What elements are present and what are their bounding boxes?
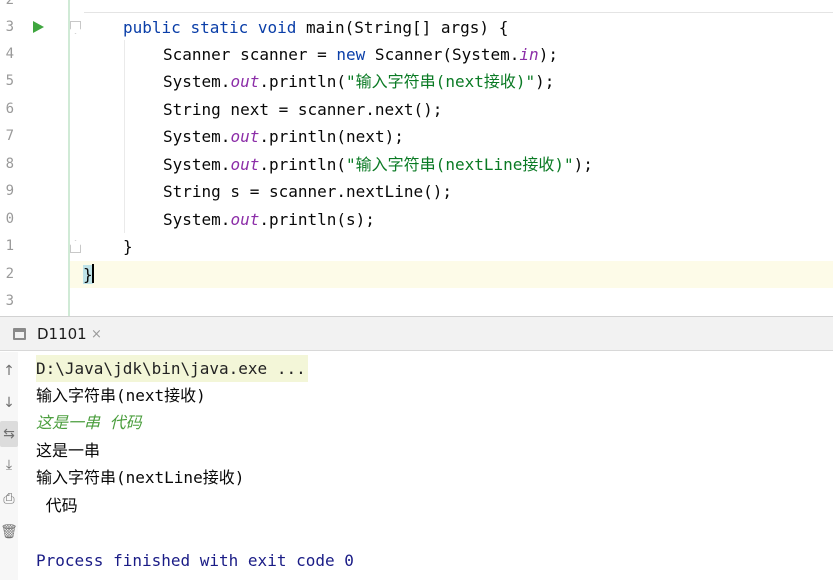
code-text: .println(s);: [259, 210, 375, 229]
line-number: 1: [5, 238, 14, 254]
run-tab-label[interactable]: D1101: [37, 317, 87, 352]
console-output-line: 代码: [36, 496, 78, 515]
indent-guide: [124, 40, 125, 233]
gutter-row: 8: [0, 151, 68, 178]
trash-icon[interactable]: 🗑: [0, 519, 18, 545]
code-text: Scanner(System.: [365, 45, 520, 64]
vcs-change-marker: [68, 0, 70, 316]
console-command-line[interactable]: D:\Java\jdk\bin\java.exe ...: [36, 355, 308, 382]
static-field-in: in: [519, 45, 539, 64]
gutter-row: 3: [0, 288, 68, 315]
code-text: .println(: [259, 155, 347, 174]
gutter-row: 9: [0, 178, 68, 205]
code-line-class-close: }: [83, 261, 94, 288]
code-line-main-signature: public static void main(String[] args) {: [123, 14, 508, 41]
fold-close-icon[interactable]: [70, 240, 81, 253]
code-line-scanner-decl: Scanner scanner = new Scanner(System.in)…: [163, 41, 558, 68]
console-user-input: 这是一串 代码: [36, 413, 142, 432]
line-number: 7: [5, 128, 14, 144]
code-line-print-prompt1: System.out.println("输入字符串(next接收)");: [163, 68, 554, 95]
console-output-line: 输入字符串(nextLine接收): [36, 468, 245, 487]
code-text: );: [573, 155, 593, 174]
run-config-icon: [13, 328, 26, 340]
line-number: 4: [5, 46, 14, 62]
line-number: 8: [5, 156, 14, 172]
text-caret: [91, 264, 94, 283]
main-signature-rest: main(String[] args) {: [296, 18, 509, 37]
code-text: .println(: [259, 72, 347, 91]
run-tool-window: D1101 × ↑ ↓ ⇆ ⤓ ⎙ 🗑 D:\Java\jdk\bin\java…: [0, 316, 833, 580]
gutter-row: 4: [0, 41, 68, 68]
code-text: .println(next);: [259, 127, 404, 146]
static-field-out: out: [230, 210, 260, 229]
code-text: System.: [163, 127, 231, 146]
gutter-row: 0: [0, 206, 68, 233]
arrow-up-icon[interactable]: ↑: [0, 358, 18, 384]
code-line-print-next: System.out.println(next);: [163, 123, 404, 150]
gutter-row: 5: [0, 68, 68, 95]
close-tab-icon[interactable]: ×: [91, 317, 102, 352]
code-line-nextline-decl: String s = scanner.nextLine();: [163, 182, 452, 201]
code-text: Scanner scanner =: [163, 45, 337, 64]
static-field-out: out: [230, 155, 260, 174]
line-number: 9: [5, 183, 14, 199]
code-text: System.: [163, 155, 231, 174]
code-line-next-decl: String next = scanner.next();: [163, 100, 443, 119]
method-separator: [84, 12, 833, 13]
keyword-new: new: [336, 45, 366, 64]
line-number: 0: [5, 211, 14, 227]
static-field-out: out: [230, 127, 260, 146]
code-text: System.: [163, 210, 231, 229]
static-field-out: out: [230, 72, 260, 91]
console-output-line: 输入字符串(next接收): [36, 386, 206, 405]
line-number: 3: [5, 19, 14, 35]
code-text: System.: [163, 72, 231, 91]
current-line-highlight: [70, 261, 833, 288]
fold-open-icon[interactable]: [70, 21, 81, 34]
gutter-row: 1: [0, 233, 68, 260]
print-icon[interactable]: ⎙: [0, 486, 18, 512]
keyword-void: void: [257, 18, 297, 37]
keyword-public: public: [123, 18, 181, 37]
soft-wrap-icon[interactable]: ⇆: [0, 421, 18, 447]
line-number: 2: [5, 0, 14, 8]
line-number: 6: [5, 101, 14, 117]
string-literal: "输入字符串(next接收)": [346, 72, 536, 91]
gutter-row: 2: [0, 261, 68, 288]
run-main-icon[interactable]: [33, 21, 44, 33]
string-literal: "输入字符串(nextLine接收)": [346, 155, 574, 174]
line-number: 3: [5, 293, 14, 309]
code-line-print-s: System.out.println(s);: [163, 206, 375, 233]
console-exit-message: Process finished with exit code 0: [36, 551, 354, 570]
gutter-row: 2: [0, 0, 68, 14]
code-line-method-close: }: [123, 237, 133, 256]
scroll-to-end-icon[interactable]: ⤓: [0, 452, 18, 478]
gutter-row: 7: [0, 123, 68, 150]
keyword-static: static: [190, 18, 249, 37]
line-number: 2: [5, 266, 14, 282]
arrow-down-icon[interactable]: ↓: [0, 390, 18, 416]
console-output-line: 这是一串: [36, 441, 101, 460]
gutter-row: 6: [0, 96, 68, 123]
code-text: );: [535, 72, 555, 91]
code-editor[interactable]: 2 3 4 5 6 7 8 9 0 1 2 3 public static vo…: [0, 0, 833, 316]
line-number: 5: [5, 73, 14, 89]
code-text: );: [538, 45, 558, 64]
code-line-print-prompt2: System.out.println("输入字符串(nextLine接收)");: [163, 151, 593, 178]
run-tool-header: D1101 ×: [0, 316, 833, 351]
editor-gutter: 2 3 4 5 6 7 8 9 0 1 2 3: [0, 0, 68, 316]
run-toolbar: ↑ ↓ ⇆ ⤓ ⎙ 🗑: [0, 352, 18, 580]
gutter-row: 3: [0, 14, 68, 41]
